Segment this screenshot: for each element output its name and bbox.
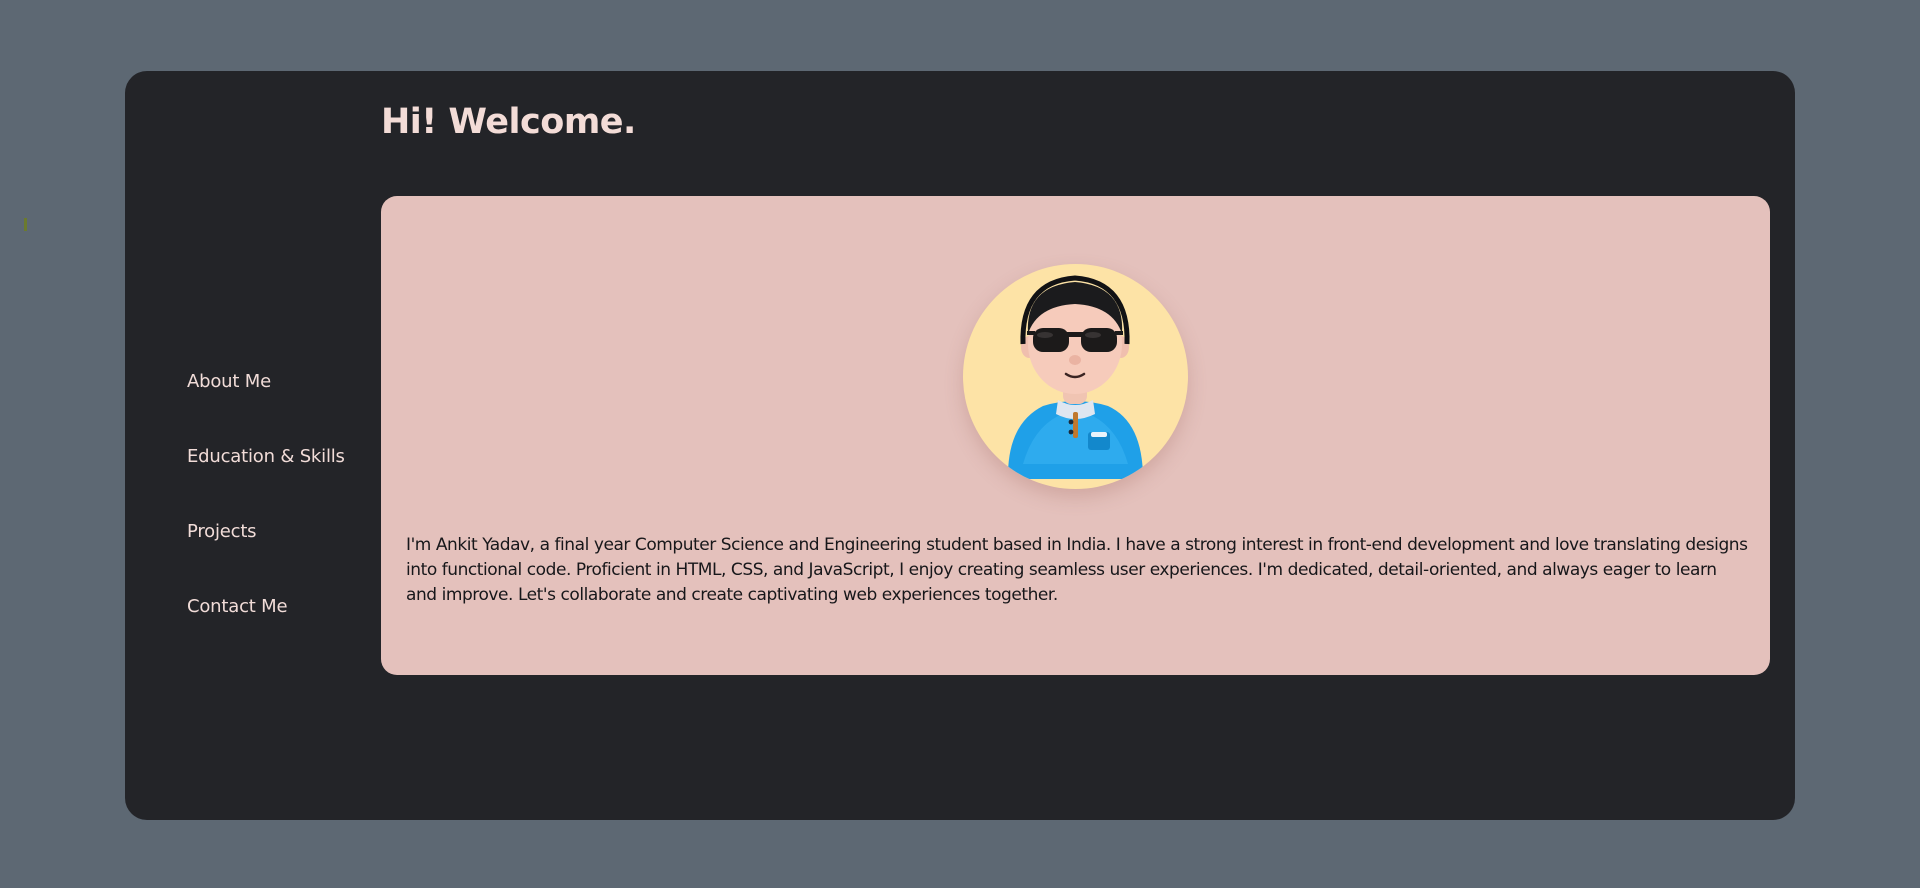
bio-text: I'm Ankit Yadav, a final year Computer S… [406, 535, 1748, 605]
sidebar-item-contact-me[interactable]: Contact Me [187, 596, 387, 618]
app-window: About Me Education & Skills Projects Con… [125, 71, 1795, 820]
sidebar-item-about-me[interactable]: About Me [187, 371, 387, 393]
page-title: Hi! Welcome. [381, 102, 636, 142]
sidebar-nav: About Me Education & Skills Projects Con… [187, 371, 387, 671]
sidebar-item-projects[interactable]: Projects [187, 521, 387, 543]
about-card: I'm Ankit Yadav, a final year Computer S… [381, 196, 1770, 675]
avatar-illustration-icon [1007, 275, 1143, 479]
avatar [963, 264, 1188, 489]
sidebar-item-education-skills[interactable]: Education & Skills [187, 446, 387, 468]
edge-marker [24, 218, 27, 231]
